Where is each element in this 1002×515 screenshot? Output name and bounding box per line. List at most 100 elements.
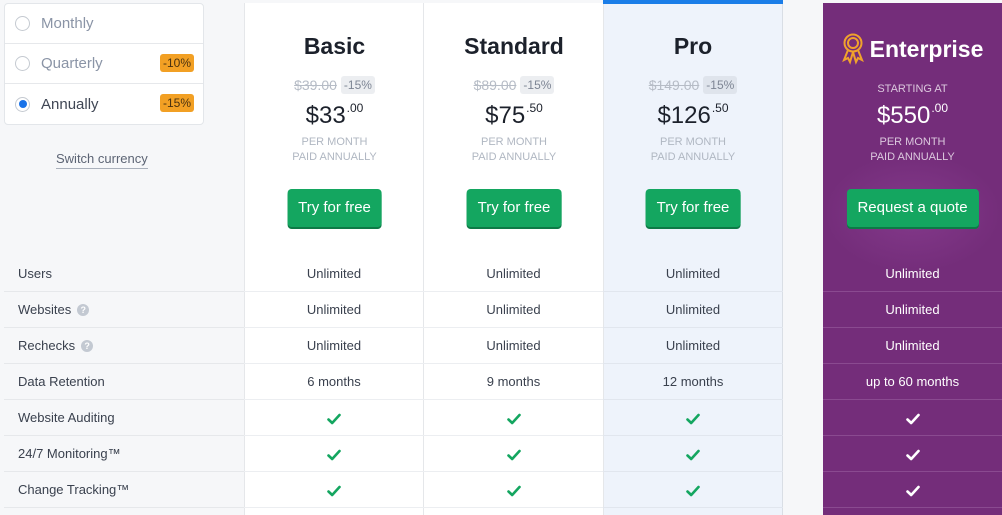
- discount-badge: -15%: [159, 94, 194, 112]
- price-note: PER MONTH PAID ANNUALLY: [424, 135, 604, 165]
- feature-value: Unlimited: [423, 256, 604, 292]
- feature-label: Data Retention: [4, 364, 244, 400]
- discount-tag: -15%: [340, 76, 375, 94]
- note-line: PAID ANNUALLY: [870, 151, 955, 163]
- award-ribbon-icon: [841, 33, 864, 65]
- check-icon: [506, 449, 521, 460]
- feature-value: [244, 436, 424, 472]
- feature-value: 12 months: [603, 364, 783, 400]
- feature-row: Website Auditing: [4, 400, 1002, 436]
- price-main: $126: [657, 102, 711, 129]
- feature-label: 24/7 Monitoring™: [4, 436, 244, 472]
- check-icon: [327, 485, 341, 496]
- feature-value: Unlimited: [423, 328, 604, 364]
- feature-value: Unlimited: [244, 256, 424, 292]
- feature-row: Websites? Unlimited Unlimited Unlimited Unli…: [4, 292, 1002, 328]
- feature-label: Rechecks?: [4, 328, 244, 364]
- price-note: PER MONTH PAID ANNUALLY: [245, 135, 424, 165]
- check-icon: [327, 449, 341, 460]
- radio-monthly[interactable]: [15, 16, 30, 31]
- note-line: PAID ANNUALLY: [650, 151, 736, 163]
- pro-highlight-bar: [603, 0, 783, 4]
- check-icon: [506, 413, 521, 424]
- check-icon: [905, 449, 920, 460]
- check-icon: [686, 485, 700, 496]
- note-line: PER MONTH: [301, 136, 368, 148]
- price-cents: .00: [346, 101, 364, 115]
- feature-value: Unlimited: [823, 328, 1002, 364]
- feature-value: [423, 472, 604, 508]
- plan-name: Standard: [464, 33, 564, 59]
- price-main: $33: [305, 102, 346, 129]
- feature-value: Unlimited: [244, 328, 424, 364]
- feature-value: [423, 436, 604, 472]
- feature-label-text: Rechecks: [18, 338, 76, 353]
- price: $75.50: [424, 101, 604, 130]
- help-icon[interactable]: ?: [81, 340, 94, 352]
- discount-badge: -10%: [159, 54, 194, 72]
- plan-name: Pro: [673, 33, 713, 59]
- note-line: PAID ANNUALLY: [471, 151, 557, 163]
- feature-row: Change Tracking™: [4, 472, 1002, 508]
- feature-value: Unlimited: [603, 328, 783, 364]
- starting-at: STARTING AT: [877, 83, 948, 95]
- billing-period-selector: Monthly Quarterly -10% Annually -15%: [4, 3, 204, 125]
- radio-quarterly[interactable]: [15, 56, 30, 71]
- help-icon[interactable]: ?: [77, 304, 90, 316]
- old-price-row: $39.00 -15%: [245, 76, 424, 94]
- old-price: $89.00: [473, 77, 517, 93]
- check-icon: [506, 485, 521, 496]
- feature-label: Website Auditing: [4, 400, 244, 436]
- feature-row: Rechecks? Unlimited Unlimited Unlimited Unli…: [4, 328, 1002, 364]
- request-quote-button[interactable]: Request a quote: [846, 189, 979, 227]
- feature-value: 9 months: [423, 364, 604, 400]
- price: $550.00: [823, 101, 1002, 130]
- discount-tag: -15%: [520, 76, 555, 94]
- feature-value: [823, 472, 1002, 508]
- period-option-annually[interactable]: Annually -15%: [5, 84, 203, 124]
- note-line: PER MONTH: [660, 136, 726, 148]
- check-icon: [905, 413, 920, 424]
- feature-value: [244, 472, 424, 508]
- price-note: PER MONTH PAID ANNUALLY: [604, 135, 782, 165]
- price-note: PER MONTH PAID ANNUALLY: [823, 135, 1002, 165]
- old-price-row: $89.00 -15%: [424, 76, 604, 94]
- price: $126.50: [604, 101, 782, 130]
- price-cents: .50: [526, 101, 543, 115]
- feature-row: Data Retention 6 months 9 months 12 months u…: [4, 364, 1002, 400]
- price-main: $550: [876, 102, 931, 129]
- radio-annually[interactable]: [15, 96, 30, 112]
- feature-value: Unlimited: [823, 292, 1002, 328]
- try-free-button-basic[interactable]: Try for free: [287, 189, 382, 227]
- note-line: PAID ANNUALLY: [292, 151, 377, 163]
- period-option-monthly[interactable]: Monthly: [5, 4, 203, 44]
- try-free-button-standard[interactable]: Try for free: [466, 189, 562, 227]
- feature-label-text: 24/7 Monitoring™: [18, 446, 121, 461]
- check-icon: [905, 485, 920, 496]
- feature-value: [244, 400, 424, 436]
- feature-label: Users: [4, 256, 244, 292]
- feature-value: up to 60 months: [823, 364, 1002, 400]
- check-icon: [686, 413, 700, 424]
- switch-currency-link[interactable]: Switch currency: [56, 151, 148, 169]
- period-label: Annually: [41, 95, 99, 113]
- note-line: PER MONTH: [879, 136, 946, 148]
- feature-label-text: Change Tracking™: [18, 482, 130, 497]
- try-free-button-pro[interactable]: Try for free: [645, 189, 741, 227]
- note-line: PER MONTH: [481, 136, 547, 148]
- price-cents: .50: [711, 101, 729, 115]
- feature-label: Change Tracking™: [4, 472, 244, 508]
- period-option-quarterly[interactable]: Quarterly -10%: [5, 44, 203, 84]
- feature-label: Websites?: [4, 292, 244, 328]
- period-label: Quarterly: [41, 55, 103, 72]
- old-price: $39.00: [294, 77, 337, 93]
- feature-value: [423, 400, 604, 436]
- feature-value: Unlimited: [823, 256, 1002, 292]
- feature-label-text: Website Auditing: [18, 410, 115, 425]
- discount-tag: -15%: [703, 76, 738, 94]
- plan-name: Basic: [303, 33, 366, 59]
- radio-dot: [18, 100, 27, 108]
- feature-value: [603, 400, 783, 436]
- feature-label-text: Users: [18, 266, 52, 281]
- feature-row: Users Unlimited Unlimited Unlimited Unlimite…: [4, 256, 1002, 292]
